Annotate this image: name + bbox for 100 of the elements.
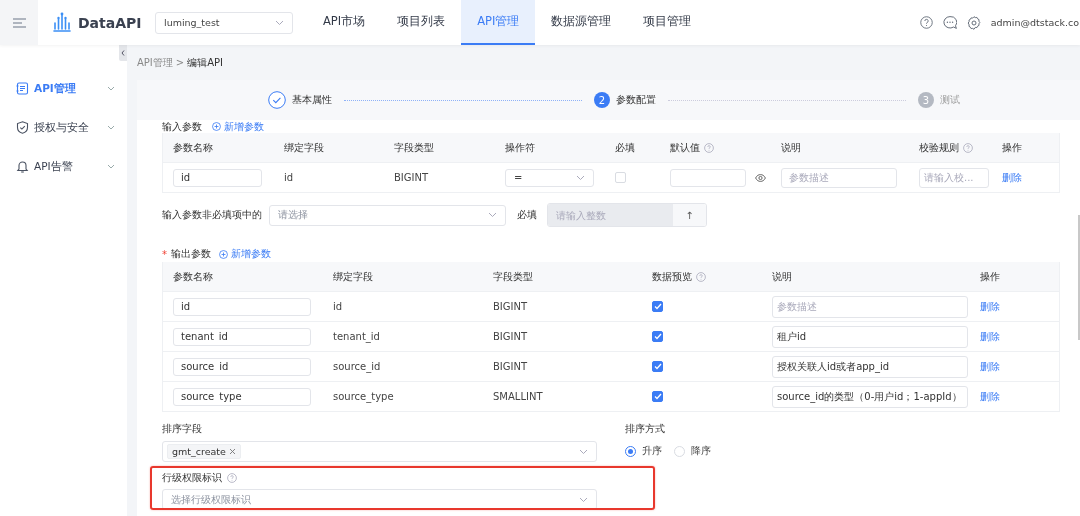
description-input[interactable]: 租户id	[772, 325, 968, 348]
sidebar-item[interactable]: API管理	[0, 69, 127, 108]
column-header: 操作	[1002, 140, 1022, 155]
default-value-input[interactable]	[670, 168, 746, 187]
table-cell: source_id	[333, 361, 381, 372]
description-input[interactable]: 授权关联人id或者app_id	[772, 355, 968, 378]
delete-link[interactable]: 删除	[1002, 170, 1022, 185]
step-label: 测试	[940, 93, 960, 107]
section-title: 输出参数	[171, 247, 211, 261]
checkbox[interactable]	[652, 301, 663, 312]
column-header: 绑定字段	[333, 269, 373, 284]
help-icon[interactable]	[704, 142, 714, 153]
table-cell: id	[333, 301, 343, 312]
radio-option[interactable]: 升序	[625, 444, 662, 458]
parameter-name-input[interactable]: source_type	[173, 387, 311, 406]
nav-tab[interactable]: 项目列表	[381, 0, 462, 45]
step-up-button[interactable]: ↑	[673, 204, 706, 226]
section-title: 输入参数	[162, 119, 202, 134]
plus-circle-icon	[219, 249, 228, 259]
step-label: 参数配置	[616, 93, 656, 107]
nav-tab[interactable]: API市场	[307, 0, 382, 45]
parameter-name-input[interactable]: id	[173, 297, 311, 316]
chevron-left-icon	[121, 50, 125, 56]
eye-icon[interactable]	[755, 173, 766, 182]
table-cell: BIGINT	[493, 331, 528, 342]
table-cell: source_type	[333, 391, 394, 402]
field-label: 必填	[517, 208, 537, 222]
radio-label: 升序	[642, 444, 662, 458]
menu-icon	[12, 17, 26, 28]
chevron-down-icon	[107, 164, 115, 169]
user-email[interactable]: admin@dtstack.co	[990, 17, 1079, 28]
settings-icon[interactable]	[966, 15, 981, 30]
step-number: 2	[594, 92, 610, 108]
table-cell: BIGINT	[493, 301, 528, 312]
field-label: 排序字段	[162, 422, 203, 436]
field-label: 行级权限标识	[162, 471, 222, 485]
add-parameter-link[interactable]: 新增参数	[219, 247, 271, 261]
collapse-button[interactable]	[119, 45, 127, 61]
project-select[interactable]: luming_test	[155, 11, 293, 34]
checkbox[interactable]	[652, 331, 663, 342]
column-header: 字段类型	[394, 140, 434, 155]
validation-rule-input[interactable]: 请输入校...	[919, 167, 989, 188]
help-icon[interactable]	[227, 473, 237, 483]
column-header: 数据预览	[652, 269, 692, 284]
delete-link[interactable]: 删除	[980, 359, 1000, 374]
bell-icon	[16, 160, 29, 173]
column-header: 参数名称	[173, 269, 213, 284]
delete-link[interactable]: 删除	[980, 299, 1000, 314]
parameter-name-input[interactable]: source_id	[173, 357, 311, 376]
table-cell: SMALLINT	[493, 391, 543, 402]
plus-circle-icon	[212, 122, 221, 131]
column-header: 校验规则	[919, 140, 959, 155]
chevron-down-icon	[576, 174, 585, 181]
delete-link[interactable]: 删除	[980, 389, 1000, 404]
parameter-name-input[interactable]: id	[173, 168, 262, 187]
description-input[interactable]: 参数描述	[772, 295, 968, 318]
column-header: 操作	[980, 269, 1000, 284]
close-icon[interactable]	[228, 448, 236, 455]
chevron-down-icon	[579, 448, 588, 455]
nav-tab[interactable]: 数据源管理	[535, 0, 628, 45]
column-header: 说明	[781, 140, 801, 155]
sort-field-select[interactable]: gmt_create	[162, 441, 597, 462]
checkbox[interactable]	[652, 361, 663, 372]
field-label: 输入参数非必填项中的	[162, 208, 262, 222]
delete-link[interactable]: 删除	[980, 329, 1000, 344]
parameter-name-input[interactable]: tenant_id	[173, 327, 311, 346]
breadcrumb-separator: >	[175, 57, 185, 68]
add-parameter-link[interactable]: 新增参数	[212, 119, 264, 134]
step-label: 基本属性	[292, 93, 332, 107]
chat-icon[interactable]	[942, 16, 957, 29]
column-header: 必填	[615, 140, 635, 155]
radio-button[interactable]	[625, 445, 636, 457]
tag: gmt_create	[167, 444, 241, 459]
sidebar-item[interactable]: 授权与安全	[0, 108, 127, 147]
step-number: 3	[918, 92, 934, 108]
help-icon[interactable]	[919, 16, 933, 29]
field-label: 排序方式	[625, 422, 666, 436]
operator-select[interactable]: =	[505, 168, 594, 187]
nav-tab[interactable]: 项目管理	[627, 0, 708, 45]
menu-button[interactable]	[0, 0, 38, 45]
column-header: 说明	[772, 269, 792, 284]
table-cell: BIGINT	[394, 172, 429, 183]
logo-icon	[50, 10, 74, 35]
column-header: 参数名称	[173, 140, 213, 155]
description-input[interactable]: 参数描述	[781, 167, 897, 188]
radio-option[interactable]: 降序	[674, 444, 711, 458]
sidebar-item[interactable]: API告警	[0, 147, 127, 186]
chevron-down-icon	[275, 19, 284, 26]
table-cell: BIGINT	[493, 361, 528, 372]
column-header: 默认值	[670, 140, 700, 155]
table-cell: id	[284, 172, 294, 183]
help-icon[interactable]	[696, 271, 706, 282]
chevron-down-icon	[107, 86, 115, 91]
checkbox[interactable]	[652, 391, 663, 402]
breadcrumb-item: 编辑API	[187, 55, 224, 70]
description-input[interactable]: source_id的类型（0-用户id；1-appId）	[772, 385, 968, 408]
nav-tab[interactable]: API管理	[461, 0, 536, 45]
required-mark: *	[162, 248, 167, 260]
help-icon[interactable]	[963, 142, 973, 153]
app-name: DataAPI	[78, 14, 142, 31]
